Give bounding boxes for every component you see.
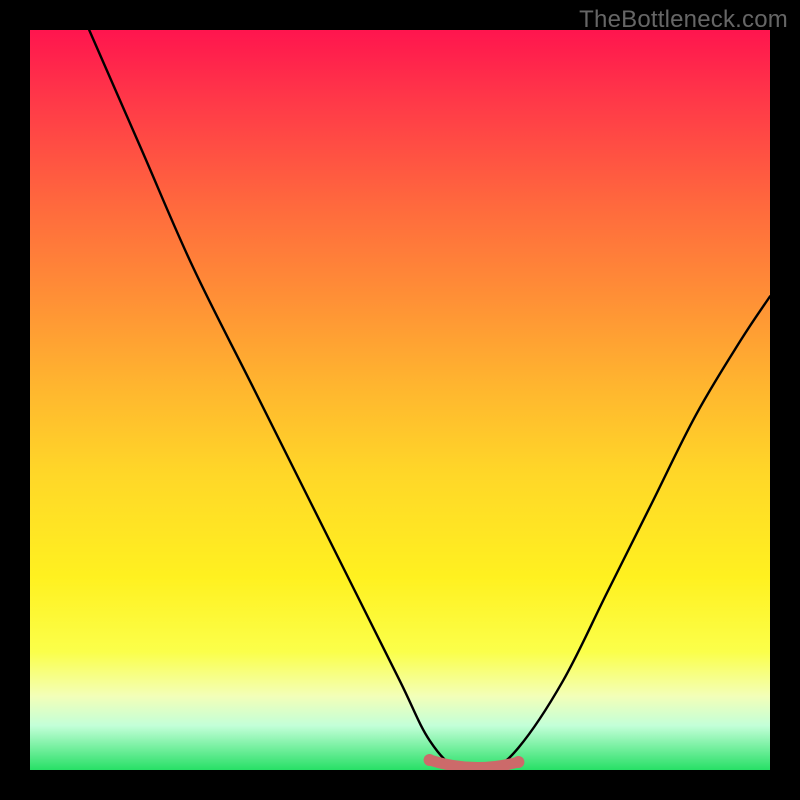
- curve-layer: [30, 30, 770, 770]
- attribution-label: TheBottleneck.com: [579, 6, 788, 34]
- minimum-dot-left: [424, 754, 436, 766]
- bottleneck-curve: [89, 30, 770, 770]
- curve-svg: [30, 30, 770, 770]
- minimum-highlight: [430, 760, 519, 768]
- chart-stage: TheBottleneck.com: [0, 0, 800, 800]
- minimum-dot-right: [512, 756, 524, 768]
